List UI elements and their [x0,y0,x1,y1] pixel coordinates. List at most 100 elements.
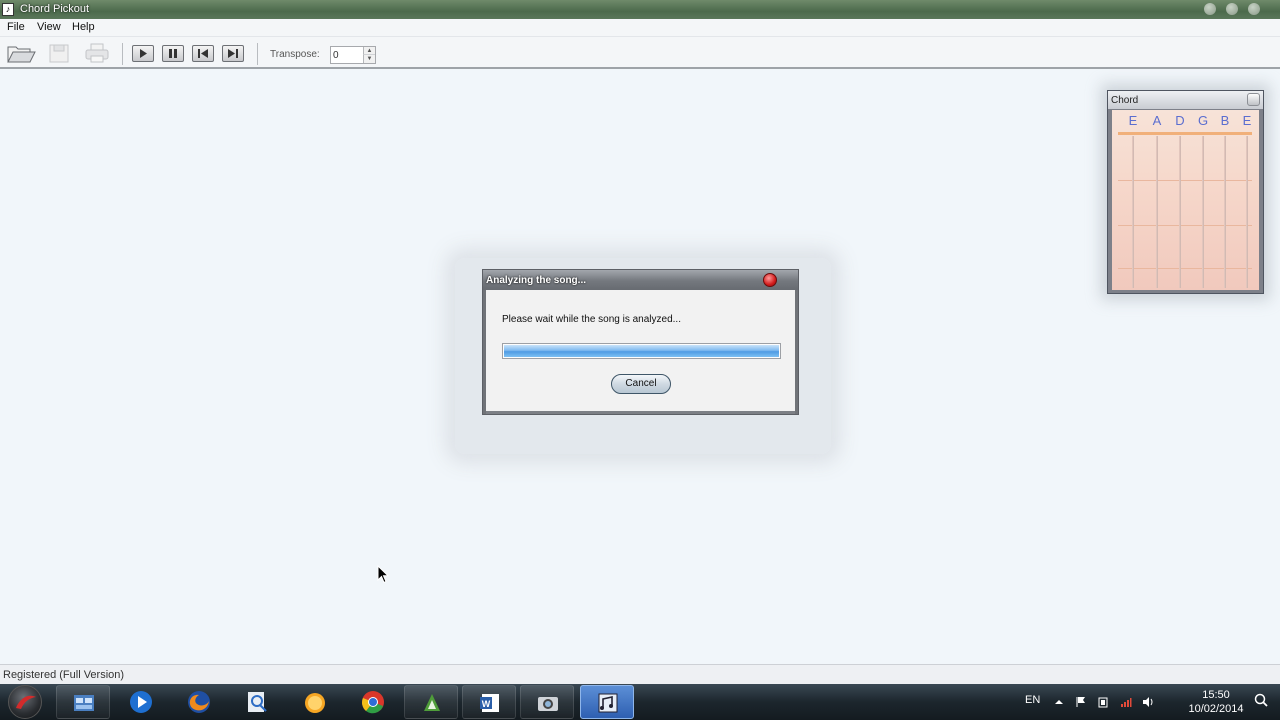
minimize-button[interactable] [1204,3,1216,15]
pause-button[interactable] [162,45,184,62]
chord-panel-title: Chord [1111,95,1139,106]
title-bar: ♪ Chord Pickout [0,0,1280,19]
menu-view[interactable]: View [35,21,63,33]
svg-text:W: W [482,699,491,709]
messenger-icon [305,693,325,713]
magnifier-app-icon [248,692,267,712]
clock-time: 15:50 [1202,689,1230,701]
string-line [1156,136,1158,288]
start-button[interactable] [8,685,42,719]
string-label: D [1175,113,1185,128]
toolbar-separator [257,43,258,65]
chord-panel[interactable]: Chord E A D G B E [1107,90,1264,294]
window-title: Chord Pickout [20,3,90,15]
menu-file[interactable]: File [5,21,27,33]
camera-icon [538,697,558,711]
taskbar-messenger[interactable] [288,685,342,719]
string-label: B [1220,113,1230,128]
fret-nut [1118,132,1252,135]
clock[interactable]: 15:50 10/02/2014 [1183,688,1249,716]
stepper-down-icon[interactable]: ▼ [363,55,375,63]
language-indicator[interactable]: EN [1025,694,1040,720]
string-label: A [1152,113,1162,128]
open-button[interactable] [6,42,36,64]
progress-bar [502,343,781,359]
taskbar: W EN 15:50 10/02/2014 [0,684,1280,720]
chord-pickout-app-icon [598,693,618,713]
string-line [1246,136,1248,288]
analyzing-dialog: Analyzing the song... Please wait while … [482,269,799,415]
search-icon[interactable] [1254,693,1268,707]
clock-date: 10/02/2014 [1188,703,1244,715]
start-orb-icon [16,695,36,709]
toolbar: Transpose: ▲ ▼ [0,37,1280,69]
media-player-icon [130,691,152,713]
string-line [1202,136,1204,288]
firefox-icon [188,691,210,713]
close-button[interactable] [1248,3,1260,15]
save-icon [49,44,69,63]
transpose-input[interactable] [333,48,361,62]
string-line [1179,136,1181,288]
menu-bar: File View Help [0,19,1280,37]
dialog-close-button[interactable] [763,273,777,287]
dialog-footer [486,411,795,414]
volume-icon[interactable] [1142,696,1154,708]
pause-icon [169,49,177,58]
transpose-stepper[interactable]: ▲ ▼ [330,46,376,64]
print-button[interactable] [83,42,113,64]
app-icon: ♪ [2,3,14,16]
next-button[interactable] [222,45,244,62]
stepper-up-icon[interactable]: ▲ [363,47,375,55]
string-label: E [1242,113,1252,128]
power-icon[interactable] [1097,696,1109,708]
dialog-title: Analyzing the song... [486,275,587,286]
action-center-flag-icon[interactable] [1075,696,1087,708]
dialog-title-bar[interactable]: Analyzing the song... [483,270,798,290]
taskbar-media-player[interactable] [114,685,168,719]
network-signal-icon[interactable] [1120,696,1132,708]
taskbar-chord-pickout[interactable] [580,685,634,719]
dialog-message: Please wait while the song is analyzed..… [502,314,681,325]
mouse-cursor-icon [377,565,389,584]
string-label: E [1128,113,1138,128]
dialog-body: Please wait while the song is analyzed..… [486,290,795,411]
string-line [1132,136,1134,288]
chrome-icon [362,691,384,714]
recycle-app-icon [424,694,440,711]
taskbar-search-app[interactable] [230,685,284,719]
transpose-label: Transpose: [270,49,320,60]
menu-help[interactable]: Help [70,21,97,33]
save-button[interactable] [46,42,76,64]
taskbar-recycle[interactable] [404,685,458,719]
string-label: G [1197,113,1209,128]
taskbar-word[interactable]: W [462,685,516,719]
status-text: Registered (Full Version) [3,669,125,681]
taskbar-camera[interactable] [520,685,574,719]
taskbar-chrome[interactable] [346,685,400,719]
maximize-button[interactable] [1226,3,1238,15]
fret-line [1118,268,1252,269]
print-icon [85,43,109,63]
progress-fill [504,345,779,357]
play-button[interactable] [132,45,154,62]
open-folder-icon [7,46,36,63]
explorer-icon [74,695,94,711]
fret-line [1118,180,1252,181]
status-bar: Registered (Full Version) [0,664,1280,684]
word-icon: W [480,694,499,712]
cancel-button[interactable]: Cancel [611,374,671,394]
string-line [1224,136,1226,288]
chord-panel-close-button[interactable] [1247,93,1260,106]
chord-panel-header[interactable]: Chord [1108,91,1263,109]
previous-button[interactable] [192,45,214,62]
skip-back-icon [198,49,208,58]
play-icon [140,49,147,58]
toolbar-separator [122,43,123,65]
taskbar-explorer[interactable] [56,685,110,719]
fretboard: E A D G B E [1112,110,1259,290]
taskbar-firefox[interactable] [172,685,226,719]
show-hidden-icons-icon[interactable] [1053,696,1065,708]
fret-line [1118,225,1252,226]
skip-forward-icon [228,49,238,58]
